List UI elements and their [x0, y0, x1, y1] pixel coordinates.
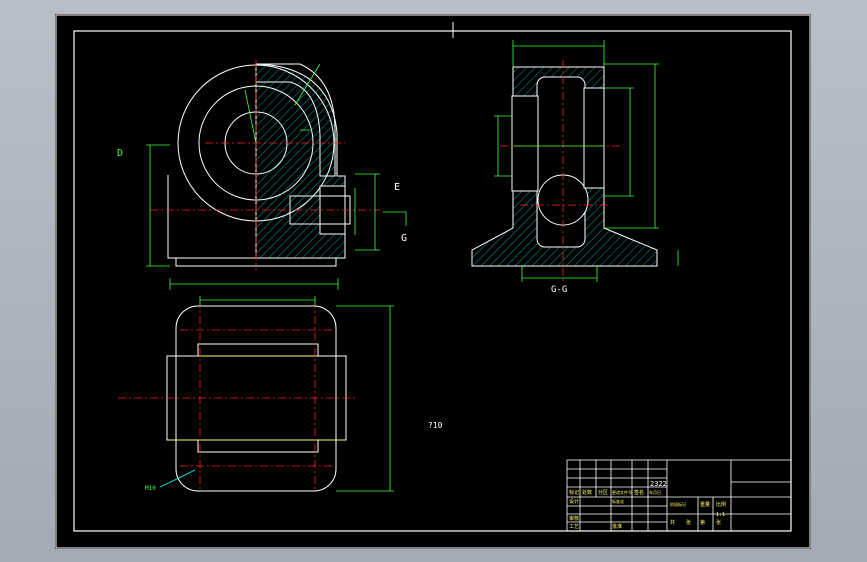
view-label-d: D — [117, 148, 123, 159]
drawing-sheet — [55, 14, 811, 549]
section-label-gg: G-G — [551, 285, 567, 295]
right-slot — [583, 87, 605, 189]
view-label-g: G — [401, 233, 407, 244]
tb-cell-15: 张 — [686, 519, 691, 526]
tb-cell-11: 审核 — [569, 515, 579, 522]
tb-cell-2: 分区 — [598, 489, 608, 496]
tb-cell-4: 签名 — [634, 489, 644, 496]
tb-cell-14: 共 — [670, 519, 675, 526]
tb-cell-17: 张 — [716, 519, 721, 526]
note-code: ?10 — [428, 421, 443, 430]
tb-cell-5: 年月日 — [649, 489, 661, 495]
leader-note: M10 — [145, 485, 156, 492]
tb-cell-7: 标准化 — [612, 498, 624, 504]
tb-cell-18: 1:1 — [716, 512, 725, 518]
view-label-e: E — [394, 182, 400, 193]
title-block-code: 2322 — [650, 480, 667, 488]
tb-cell-1: 处数 — [582, 489, 592, 496]
left-boss — [511, 95, 539, 192]
cad-drawing-canvas[interactable]: D E G G-G ?10 M10 2322 标记 处数 分区 更改文件号 签名… — [0, 0, 867, 562]
tb-cell-8: 阶段标记 — [670, 501, 686, 507]
tb-cell-9: 重量 — [700, 501, 710, 508]
tb-cell-6: 设计 — [569, 498, 579, 505]
tb-cell-10: 比例 — [716, 501, 726, 508]
tb-cell-3: 更改文件号 — [612, 489, 632, 495]
tb-cell-0: 标记 — [569, 489, 579, 496]
tb-cell-12: 工艺 — [569, 524, 579, 530]
tb-cell-13: 批准 — [612, 523, 622, 530]
tb-cell-16: 第 — [700, 519, 705, 526]
cad-viewport[interactable]: D E G G-G ?10 M10 2322 标记 处数 分区 更改文件号 签名… — [0, 0, 867, 562]
